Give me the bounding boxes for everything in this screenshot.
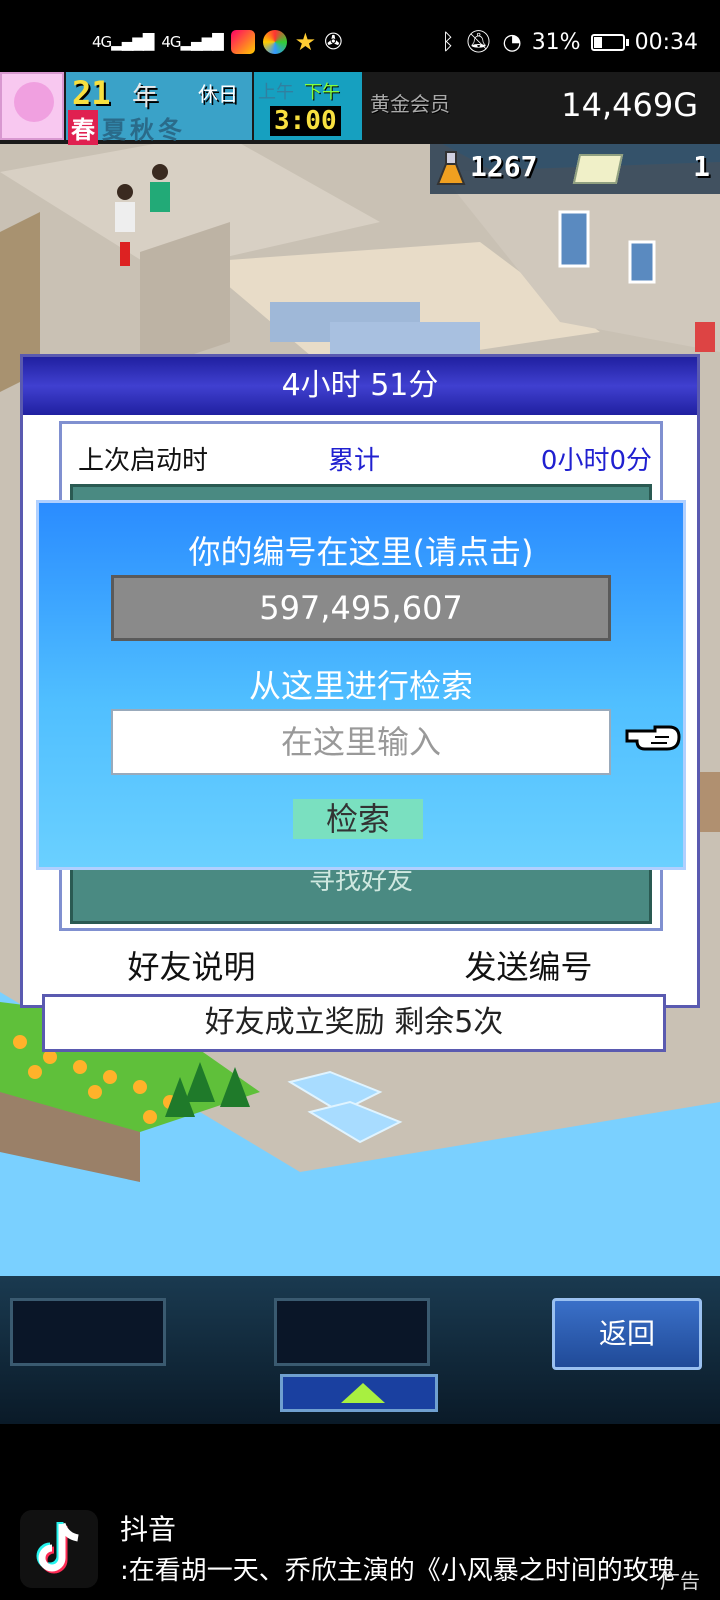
back-button[interactable]: 返回 [552,1298,702,1370]
user-id-box[interactable]: 597,495,607 [111,575,611,641]
signal-icon-2: 4G▂▄▆█ [161,33,223,51]
total-time: 0小时0分 [540,446,652,476]
member-badge: 黄金会员 [370,92,450,116]
dialog-actions: 好友说明 发送编号 [23,935,697,995]
total-label: 累计 [328,446,381,476]
ad-tag: 广告 [660,1569,700,1593]
menu-slot-left[interactable] [10,1298,166,1366]
season-indicator: 春 夏 秋 冬 [68,110,182,145]
bluetooth-icon: ᛒ [441,30,455,55]
dialog-title: 4小时 51分 [23,357,697,415]
last-launch-label: 上次启动时 [78,446,209,476]
bottom-nav: 返回 [0,1276,720,1424]
game-app-icon [230,30,255,54]
ad-banner[interactable]: 抖音 :在看胡一天、乔欣主演的《小风暴之时间的玫瑰 广告 [0,1424,720,1600]
holiday-label: 休日 [198,82,238,106]
season-winter: 冬 [158,116,182,144]
send-id-button[interactable]: 发送编号 [464,942,592,988]
year-unit: 年 [132,82,159,112]
flask-icon [436,151,466,185]
speed-icon: ◔ [502,30,522,55]
ticket-count: 1 [693,150,710,183]
menu-slot-center[interactable] [274,1298,430,1366]
resource-bar: 1267 1 [430,144,720,194]
search-input[interactable]: 在这里输入 [111,709,611,775]
battery-percent: 31% [531,30,581,55]
status-left: 4G▂▄▆█ 4G▂▄▆█ ★ ✇ [92,28,343,56]
up-arrow-icon [341,1383,385,1403]
star-icon: ★ [294,28,317,56]
status-time: 00:34 [634,30,698,55]
signal-icon: 4G▂▄▆█ [92,33,154,51]
am-label: 上午 [258,82,294,103]
expand-menu-button[interactable] [280,1374,438,1412]
gold-amount: 14,469G [561,86,698,124]
aperture-icon: ✇ [324,29,343,55]
year-number: 21 [72,74,111,112]
game-clock: 3:00 [270,106,341,136]
search-button[interactable]: 检索 [293,799,423,839]
popup-title: 你的编号在这里(请点击) [188,533,534,571]
status-bar: 4G▂▄▆█ 4G▂▄▆█ ★ ✇ ᛒ 🔕︎ ◔ 31% 00:34 [0,0,720,72]
friend-info-button[interactable]: 好友说明 [127,942,255,988]
season-autumn: 秋 [130,116,154,144]
mute-icon: 🔕︎ [464,30,493,55]
season-blossom-icon[interactable] [0,72,64,140]
pointing-hand-icon [625,725,681,751]
status-right: ᛒ 🔕︎ ◔ 31% 00:34 [441,30,698,55]
ad-app-name: 抖音 [120,1513,177,1546]
search-label: 从这里进行检索 [248,667,473,705]
ad-text: :在看胡一天、乔欣主演的《小风暴之时间的玫瑰 [120,1556,675,1586]
game-hud: 21 年 休日 春 夏 秋 冬 上午 下午 3:00 黄金会员 14,469G [0,72,720,145]
time-panel: 上午 下午 3:00 [254,72,362,140]
friend-reward-bar: 好友成立奖励 剩余5次 [42,994,666,1052]
date-panel: 21 年 休日 春 夏 秋 冬 [66,72,252,145]
flask-count: 1267 [470,150,538,183]
app-icon [262,30,287,54]
battery-icon [590,34,629,51]
season-summer: 夏 [102,116,126,144]
tiktok-logo-icon [20,1510,98,1588]
friend-search-popup: 你的编号在这里(请点击) 597,495,607 从这里进行检索 在这里输入 检… [36,500,686,870]
season-spring: 春 [68,110,98,145]
ticket-icon [572,154,624,184]
pm-label: 下午 [304,82,340,103]
